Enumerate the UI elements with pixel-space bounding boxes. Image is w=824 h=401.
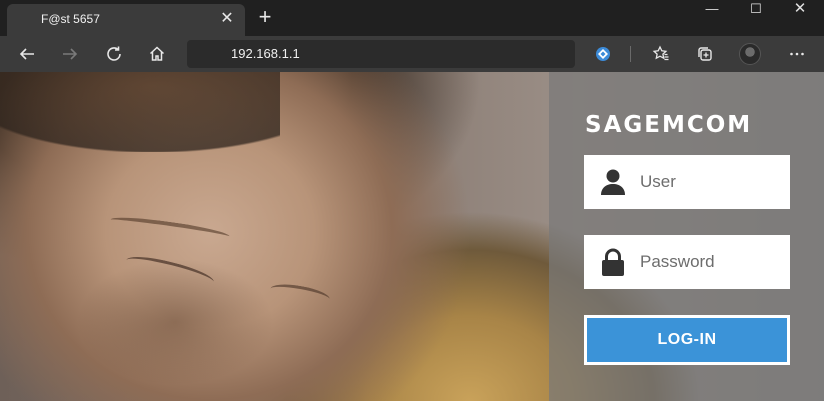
back-arrow-icon[interactable] [14,41,40,67]
background-photo-eye [124,251,216,291]
new-tab-button[interactable]: + [254,6,276,28]
collections-icon[interactable] [692,41,718,67]
home-icon[interactable] [144,41,170,67]
username-input[interactable] [640,155,785,209]
minimize-button[interactable]: — [690,0,734,20]
browser-toolbar: 192.168.1.1 [0,36,824,72]
tab-close-icon[interactable]: ✕ [217,9,237,29]
password-input[interactable] [640,235,785,289]
login-page: Sagemcom LOG-IN [0,72,824,401]
tab-title: F@st 5657 [41,12,100,26]
title-bar: F@st 5657 ✕ + — ☐ ✕ [0,0,824,36]
refresh-icon[interactable] [101,41,127,67]
user-icon [600,168,626,196]
toolbar-separator [630,46,631,62]
background-photo-eye-right [269,280,331,308]
lock-icon [600,248,626,276]
forward-arrow-icon[interactable] [57,41,83,67]
login-button[interactable]: LOG-IN [584,315,790,365]
more-options-icon[interactable] [784,41,810,67]
login-panel: Sagemcom LOG-IN [549,72,824,401]
password-field[interactable] [584,235,790,289]
browser-tab[interactable]: F@st 5657 ✕ [7,4,245,36]
profile-avatar[interactable] [739,43,761,65]
username-field[interactable] [584,155,790,209]
extension-icon[interactable] [590,41,616,67]
maximize-button[interactable]: ☐ [734,0,778,20]
url-text: 192.168.1.1 [231,46,300,61]
sagemcom-logo: Sagemcom [585,112,753,138]
background-photo-brow [109,213,231,243]
close-window-button[interactable]: ✕ [778,0,822,20]
background-photo-hair [0,72,280,152]
address-bar[interactable]: 192.168.1.1 [187,40,575,68]
favorites-star-icon[interactable] [648,41,674,67]
